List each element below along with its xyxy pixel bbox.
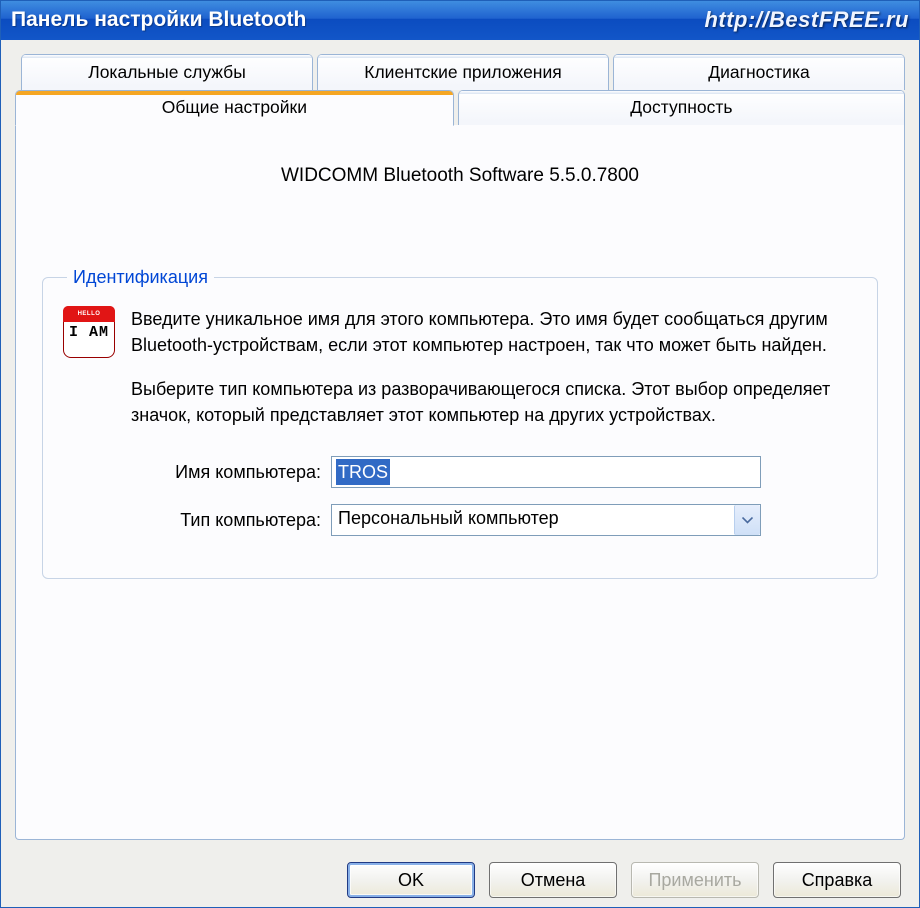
tab-label: Диагностика bbox=[708, 62, 809, 83]
tab-row-lower: Общие настройки Доступность bbox=[15, 90, 905, 126]
group-legend: Идентификация bbox=[67, 267, 214, 288]
computer-type-select[interactable]: Персональный компьютер bbox=[331, 504, 761, 536]
computer-name-input[interactable]: TROS bbox=[331, 456, 761, 488]
description-1: Введите уникальное имя для этого компьют… bbox=[131, 306, 857, 358]
identification-text: Введите уникальное имя для этого компьют… bbox=[131, 306, 857, 446]
tab-accessibility[interactable]: Доступность bbox=[458, 90, 905, 126]
tab-local-services[interactable]: Локальные службы bbox=[21, 54, 313, 90]
bluetooth-settings-window: Панель настройки Bluetooth http://BestFR… bbox=[0, 0, 920, 908]
tab-control: Локальные службы Клиентские приложения Д… bbox=[15, 54, 905, 840]
tab-general-settings[interactable]: Общие настройки bbox=[15, 90, 454, 126]
row-computer-type: Тип компьютера: Персональный компьютер bbox=[131, 504, 857, 536]
tab-client-apps[interactable]: Клиентские приложения bbox=[317, 54, 609, 90]
help-button[interactable]: Справка bbox=[773, 862, 901, 898]
tab-label: Доступность bbox=[630, 97, 732, 118]
computer-type-value: Персональный компьютер bbox=[332, 505, 734, 535]
window-title: Панель настройки Bluetooth bbox=[11, 8, 306, 32]
tab-label: Клиентские приложения bbox=[364, 62, 561, 83]
description-2: Выберите тип компьютера из разворачивающ… bbox=[131, 376, 857, 428]
computer-name-value: TROS bbox=[336, 459, 390, 485]
computer-name-label: Имя компьютера: bbox=[131, 462, 321, 483]
tab-label: Локальные службы bbox=[88, 62, 246, 83]
software-version: WIDCOMM Bluetooth Software 5.5.0.7800 bbox=[42, 165, 878, 187]
identification-group: Идентификация HELLO I AM Введите уникаль… bbox=[42, 267, 878, 579]
identification-body: HELLO I AM Введите уникальное имя для эт… bbox=[63, 306, 857, 446]
tab-label: Общие настройки bbox=[162, 97, 307, 118]
computer-type-label: Тип компьютера: bbox=[131, 510, 321, 531]
content-area: Локальные службы Клиентские приложения Д… bbox=[1, 40, 919, 854]
watermark-url: http://BestFREE.ru bbox=[704, 7, 909, 33]
chevron-down-icon[interactable] bbox=[734, 505, 760, 535]
row-computer-name: Имя компьютера: TROS bbox=[131, 456, 857, 488]
tab-row-upper: Локальные службы Клиентские приложения Д… bbox=[21, 54, 905, 90]
cancel-button[interactable]: Отмена bbox=[489, 862, 617, 898]
tab-diagnostics[interactable]: Диагностика bbox=[613, 54, 905, 90]
tab-panel-general: WIDCOMM Bluetooth Software 5.5.0.7800 Ид… bbox=[15, 125, 905, 840]
form-rows: Имя компьютера: TROS Тип компьютера: Пер… bbox=[131, 456, 857, 536]
name-tag-icon: HELLO I AM bbox=[63, 306, 115, 358]
titlebar: Панель настройки Bluetooth http://BestFR… bbox=[1, 1, 919, 40]
apply-button[interactable]: Применить bbox=[631, 862, 759, 898]
dialog-button-bar: OK Отмена Применить Справка bbox=[1, 854, 919, 907]
ok-button[interactable]: OK bbox=[347, 862, 475, 898]
